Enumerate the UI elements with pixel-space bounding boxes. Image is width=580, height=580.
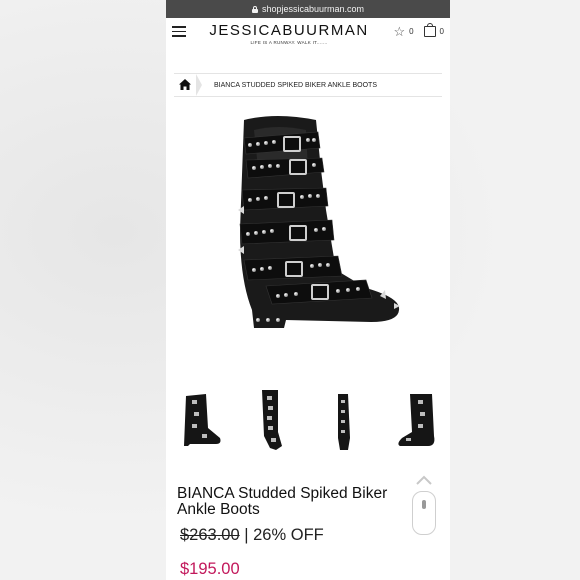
sale-price: $195.00 bbox=[180, 560, 240, 578]
menu-icon[interactable] bbox=[172, 26, 186, 37]
thumbnail-front[interactable] bbox=[176, 388, 224, 454]
lock-icon bbox=[251, 5, 258, 13]
mouse-wheel bbox=[422, 500, 426, 509]
phone-screen: shopjessicabuurman.com JESSICABUURMAN LI… bbox=[166, 0, 450, 580]
cart-count: 0 bbox=[439, 27, 444, 36]
chevron-up-icon[interactable] bbox=[415, 473, 433, 487]
discount-label: | 26% OFF bbox=[244, 526, 324, 544]
site-header: JESSICABUURMAN LIFE IS A RUNWAY. WALK IT… bbox=[166, 18, 450, 56]
price-line: $263.00 | 26% OFF bbox=[180, 526, 324, 545]
url-bar[interactable]: shopjessicabuurman.com bbox=[166, 0, 450, 18]
thumbnail-strip bbox=[176, 388, 440, 454]
thumbnail-side-strap[interactable] bbox=[392, 388, 440, 454]
bag-icon[interactable] bbox=[423, 23, 436, 37]
brand-name: JESSICABUURMAN bbox=[209, 22, 369, 39]
thumbnail-side[interactable] bbox=[248, 388, 296, 454]
home-icon[interactable] bbox=[174, 74, 196, 96]
header-icons: ☆ 0 0 bbox=[393, 23, 444, 38]
scroll-mouse-icon[interactable] bbox=[412, 491, 436, 535]
product-title: BIANCA Studded Spiked Biker Ankle Boots bbox=[177, 485, 388, 518]
url-text: shopjessicabuurman.com bbox=[261, 4, 365, 14]
thumbnail-back[interactable] bbox=[320, 388, 368, 454]
brand-tagline: LIFE IS A RUNWAY. WALK IT....... bbox=[250, 40, 328, 45]
breadcrumb: BIANCA STUDDED SPIKED BIKER ANKLE BOOTS bbox=[174, 73, 442, 97]
original-price: $263.00 bbox=[180, 526, 240, 544]
brand-logo[interactable]: JESSICABUURMAN LIFE IS A RUNWAY. WALK IT… bbox=[204, 22, 374, 45]
wishlist-count: 0 bbox=[409, 27, 414, 36]
product-main-image[interactable] bbox=[166, 110, 450, 335]
star-icon[interactable]: ☆ bbox=[393, 25, 405, 38]
breadcrumb-current: BIANCA STUDDED SPIKED BIKER ANKLE BOOTS bbox=[214, 81, 377, 89]
breadcrumb-separator bbox=[196, 74, 202, 96]
